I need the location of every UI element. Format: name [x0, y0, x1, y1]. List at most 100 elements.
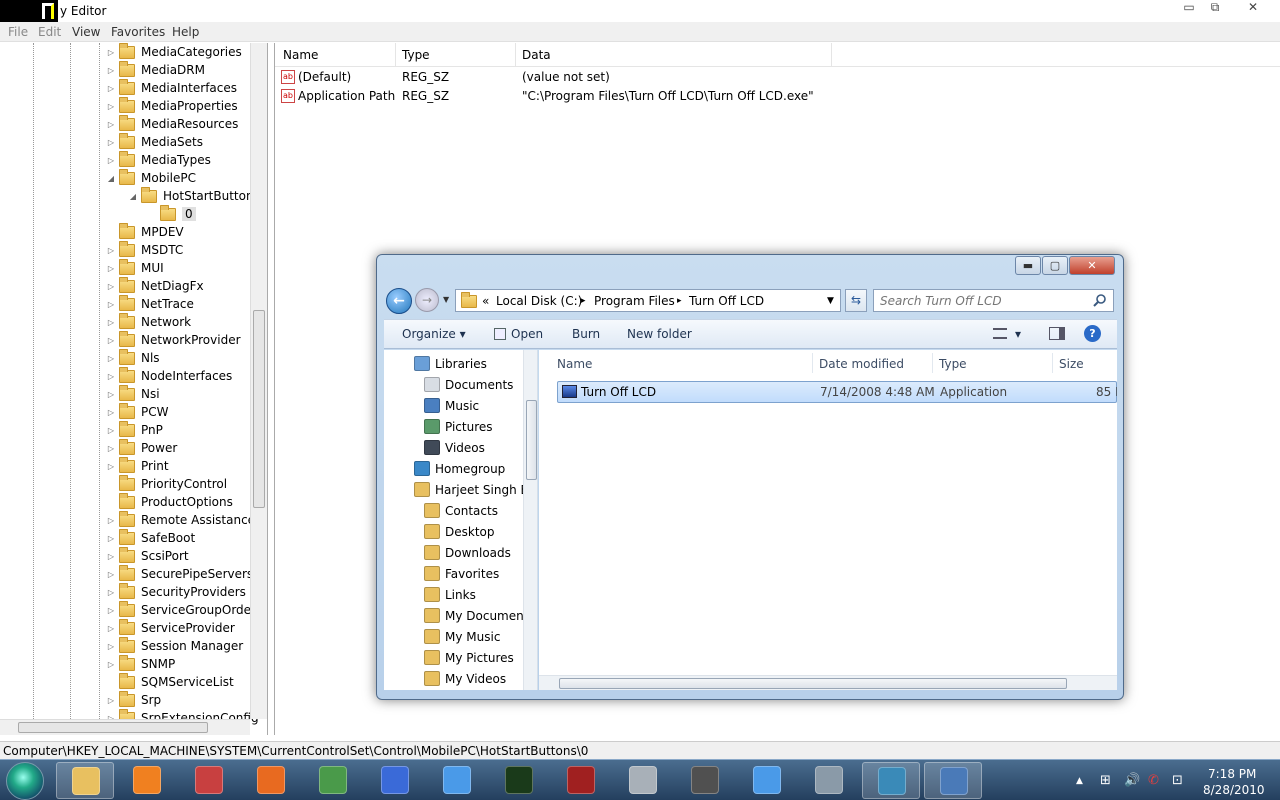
breadcrumb-turn-off-lcd[interactable]: Turn Off LCD — [689, 294, 764, 308]
tree-node[interactable]: ▷ NodeInterfaces — [106, 366, 232, 385]
taskbar-app-computer-99[interactable] — [800, 762, 858, 799]
tree-horizontal-scrollbar[interactable] — [0, 719, 250, 735]
search-icon[interactable] — [1093, 293, 1107, 307]
column-type[interactable]: Type — [402, 48, 430, 62]
column-date-modified[interactable]: Date modified — [819, 357, 904, 371]
organize-button[interactable]: Organize ▾ — [402, 327, 466, 341]
expand-arrow-icon[interactable]: ▷ — [106, 282, 116, 291]
nav-item[interactable]: Downloads — [424, 542, 511, 563]
tree-node[interactable]: ▷ ServiceGroupOrder — [106, 600, 256, 619]
file-list[interactable]: Name Date modified Type Size Turn Off LC… — [539, 350, 1117, 690]
action-center-icon[interactable]: ⊡ — [1172, 773, 1183, 788]
tree-node[interactable]: 0 — [147, 204, 196, 223]
tree-node[interactable]: ▷ MUI — [106, 258, 164, 277]
volume-icon[interactable]: 🔊 — [1124, 773, 1140, 788]
tree-node[interactable]: ▷ ScsiPort — [106, 546, 189, 565]
taskbar-app-regedit[interactable] — [862, 762, 920, 799]
nav-item[interactable]: My Documents — [424, 605, 535, 626]
expand-arrow-icon[interactable]: ◢ — [106, 174, 116, 183]
taskbar-app-image-viewer[interactable] — [366, 762, 424, 799]
search-box[interactable] — [873, 289, 1114, 312]
nav-item[interactable]: Homegroup — [414, 458, 505, 479]
tree-node[interactable]: ▷ MediaCategories — [106, 43, 242, 61]
expand-arrow-icon[interactable]: ▷ — [106, 606, 116, 615]
expand-arrow-icon[interactable]: ▷ — [106, 66, 116, 75]
column-data[interactable]: Data — [522, 48, 551, 62]
tree-node[interactable]: ▷ Power — [106, 438, 177, 457]
tree-node[interactable]: ▷ PnP — [106, 420, 163, 439]
breadcrumb-program-files[interactable]: Program Files — [594, 294, 675, 308]
expand-arrow-icon[interactable]: ▷ — [106, 336, 116, 345]
tree-node[interactable]: ▷ Network — [106, 312, 191, 331]
column-name[interactable]: Name — [283, 48, 318, 62]
menu-help[interactable]: Help — [172, 25, 199, 39]
expand-arrow-icon[interactable]: ▷ — [106, 426, 116, 435]
explorer-minimize-button[interactable]: ▬ — [1015, 256, 1041, 275]
menu-edit[interactable]: Edit — [38, 25, 61, 39]
views-button[interactable]: ▾ — [993, 327, 1021, 341]
flag-icon[interactable]: ✆ — [1148, 773, 1159, 788]
start-button[interactable] — [6, 762, 44, 800]
expand-arrow-icon[interactable]: ▷ — [106, 696, 116, 705]
expand-arrow-icon[interactable]: ▷ — [106, 552, 116, 561]
tree-node[interactable]: ▷ Nsi — [106, 384, 160, 403]
tree-vertical-scrollbar[interactable] — [250, 43, 267, 719]
explorer-maximize-button[interactable]: ▢ — [1042, 256, 1068, 275]
tree-node[interactable]: ▷ MediaSets — [106, 132, 203, 151]
expand-arrow-icon[interactable]: ▷ — [106, 390, 116, 399]
expand-arrow-icon[interactable]: ▷ — [106, 156, 116, 165]
tree-node[interactable]: PriorityControl — [106, 474, 227, 493]
expand-arrow-icon[interactable]: ▷ — [106, 570, 116, 579]
nav-item[interactable]: Desktop — [424, 521, 495, 542]
nav-item[interactable]: Favorites — [424, 563, 499, 584]
tree-node[interactable]: ▷ Session Manager — [106, 636, 243, 655]
tree-node[interactable]: MPDEV — [106, 222, 184, 241]
expand-arrow-icon[interactable]: ▷ — [106, 642, 116, 651]
expand-arrow-icon[interactable]: ◢ — [128, 192, 138, 201]
file-list-horizontal-scrollbar[interactable] — [539, 675, 1117, 690]
back-button[interactable]: ← — [386, 288, 412, 314]
expand-arrow-icon[interactable]: ▷ — [106, 408, 116, 417]
nav-item[interactable]: Music — [424, 395, 479, 416]
taskbar-app-app-board[interactable] — [304, 762, 362, 799]
open-button[interactable]: Open — [494, 327, 543, 341]
tree-node[interactable]: ▷ Srp — [106, 690, 161, 709]
preview-pane-icon[interactable] — [1049, 327, 1065, 341]
tree-node[interactable]: ▷ MediaResources — [106, 114, 238, 133]
tree-node[interactable]: ▷ NetDiagFx — [106, 276, 204, 295]
expand-arrow-icon[interactable]: ▷ — [106, 372, 116, 381]
expand-arrow-icon[interactable]: ▷ — [106, 264, 116, 273]
clock-date[interactable]: 8/28/2010 — [1203, 783, 1265, 797]
expand-arrow-icon[interactable]: ▷ — [106, 120, 116, 129]
nav-item[interactable]: Libraries — [414, 353, 487, 374]
expand-arrow-icon[interactable]: ▷ — [106, 516, 116, 525]
expand-arrow-icon[interactable]: ▷ — [106, 84, 116, 93]
help-icon[interactable]: ? — [1084, 325, 1101, 342]
taskbar-app-vlc[interactable] — [118, 762, 176, 799]
expand-arrow-icon[interactable]: ▷ — [106, 444, 116, 453]
new-folder-button[interactable]: New folder — [627, 327, 692, 341]
nav-item[interactable]: Contacts — [424, 500, 498, 521]
nav-item[interactable]: Harjeet Singh Bedi — [414, 479, 537, 500]
tree-node[interactable]: ▷ Print — [106, 456, 169, 475]
tree-node[interactable]: ▷ Nls — [106, 348, 160, 367]
taskbar-app-video-321[interactable] — [676, 762, 734, 799]
tree-node[interactable]: ▷ Remote Assistance — [106, 510, 255, 529]
menu-file[interactable]: File — [8, 25, 28, 39]
nav-item[interactable]: Pictures — [424, 416, 493, 437]
expand-arrow-icon[interactable]: ▷ — [106, 102, 116, 111]
nav-item[interactable]: My Pictures — [424, 647, 514, 668]
expand-arrow-icon[interactable]: ▷ — [106, 462, 116, 471]
tree-node[interactable]: ▷ MediaProperties — [106, 96, 238, 115]
menu-view[interactable]: View — [72, 25, 100, 39]
tree-node[interactable]: ▷ SafeBoot — [106, 528, 195, 547]
tree-node[interactable]: ◢ MobilePC — [106, 168, 196, 187]
column-file-name[interactable]: Name — [557, 357, 592, 371]
expand-arrow-icon[interactable]: ▷ — [106, 138, 116, 147]
tree-node[interactable]: ▷ SecurityProviders — [106, 582, 246, 601]
address-bar[interactable]: « Local Disk (C:) ▸ Program Files ▸ Turn… — [455, 289, 841, 312]
menu-favorites[interactable]: Favorites — [111, 25, 165, 39]
taskbar-app-app-4[interactable] — [552, 762, 610, 799]
tree-node[interactable]: SQMServiceList — [106, 672, 234, 691]
tree-node[interactable]: ▷ SNMP — [106, 654, 175, 673]
